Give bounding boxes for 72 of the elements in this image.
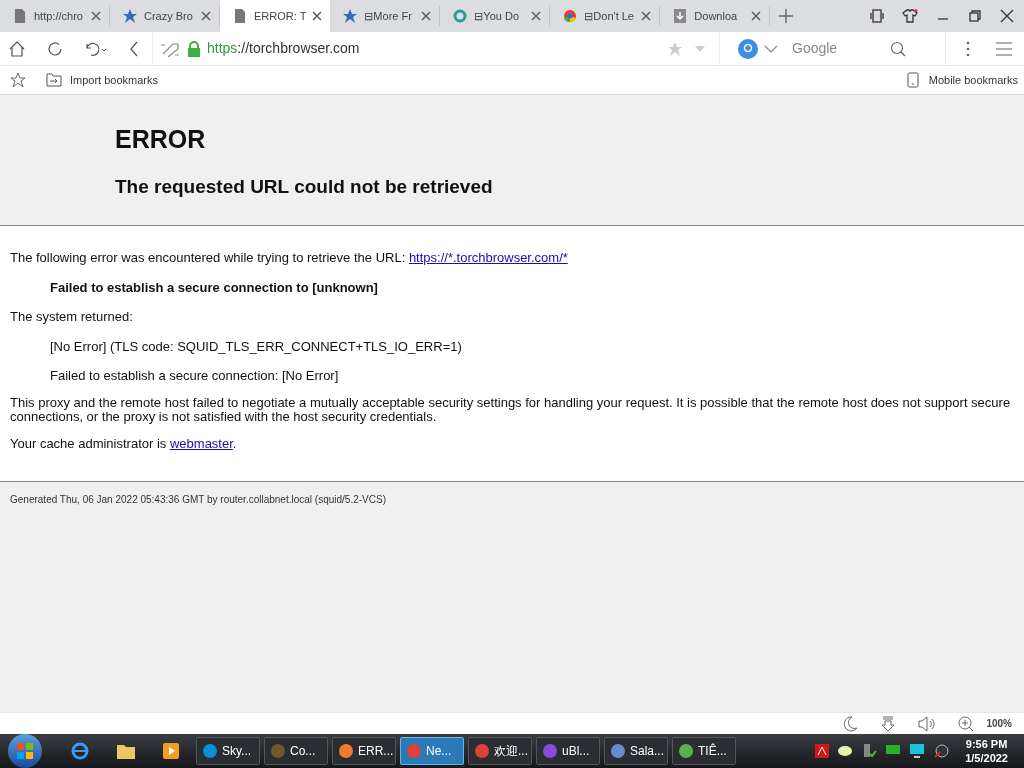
tab-close-icon[interactable]	[751, 11, 762, 21]
tab-favicon-icon	[232, 8, 248, 24]
taskbar-button[interactable]: Sala...	[604, 737, 668, 765]
mobile-bookmarks-button[interactable]: Mobile bookmarks	[906, 71, 1024, 89]
tab-close-icon[interactable]	[421, 11, 432, 21]
tab-close-icon[interactable]	[201, 11, 211, 21]
tab-favicon-icon	[452, 8, 469, 24]
usb-drive-icon[interactable]	[861, 743, 878, 759]
back-icon[interactable]	[128, 39, 140, 58]
star-outline-icon[interactable]	[10, 72, 26, 88]
browser-tab[interactable]: ERROR: T	[220, 0, 331, 32]
close-icon[interactable]	[1000, 9, 1014, 23]
tab-favicon-icon	[342, 8, 359, 24]
zoom-icon[interactable]	[958, 715, 975, 732]
taskbar-button[interactable]: uBl...	[536, 737, 600, 765]
tab-favicon-icon	[672, 8, 689, 24]
url-link[interactable]: https://*.torchbrowser.com/*	[408, 250, 568, 265]
import-bookmarks-button[interactable]: Import bookmarks	[46, 71, 159, 89]
system-returned-label: The system returned:	[10, 308, 134, 326]
taskbar-button[interactable]: Sky...	[196, 737, 260, 765]
reload-icon[interactable]	[46, 39, 64, 58]
more-icon[interactable]	[966, 40, 970, 57]
folder-icon[interactable]	[116, 742, 136, 760]
tab-favicon-icon	[562, 8, 579, 24]
browser-icon[interactable]	[70, 741, 90, 761]
sidebar-icon[interactable]	[870, 9, 884, 23]
taskbar-button[interactable]: Ne...	[400, 737, 464, 765]
media-player-icon[interactable]	[162, 742, 180, 760]
google-icon[interactable]	[738, 38, 758, 59]
moon-icon[interactable]	[842, 715, 859, 732]
search-icon[interactable]	[890, 40, 906, 57]
error-title: ERROR	[115, 124, 207, 155]
clock[interactable]: 9:56 PM 1/5/2022	[965, 737, 1008, 765]
tab-favicon-icon	[122, 8, 138, 24]
pdf-icon[interactable]	[815, 744, 830, 758]
tab-close-icon[interactable]	[91, 11, 101, 21]
star-icon[interactable]	[667, 40, 683, 57]
lock-icon	[187, 40, 201, 57]
zoom-level[interactable]: 100%	[986, 716, 1012, 731]
restore-icon[interactable]	[968, 9, 982, 23]
tab-close-icon[interactable]	[312, 11, 323, 21]
home-icon[interactable]	[8, 39, 26, 58]
intro-text: The following error was encountered while trying to retrieve the URL: https://*.torchbrowser.com/*	[10, 249, 569, 267]
cloud-icon[interactable]	[837, 744, 854, 758]
error-detail: [No Error] (TLS code: SQUID_TLS_ERR_CONNECT+TLS_IO_ERR=1)	[50, 337, 463, 356]
start-button[interactable]	[8, 734, 42, 768]
windows-icon	[16, 742, 34, 760]
speaker-muted-icon[interactable]	[933, 743, 950, 759]
plus-icon	[779, 9, 794, 23]
error-detail: Failed to establish a secure connection: [No Error]	[50, 367, 340, 385]
tab-favicon-icon	[12, 8, 28, 24]
shirt-icon[interactable]	[902, 9, 918, 23]
error-subtitle: The requested URL could not be retrieved	[115, 174, 494, 199]
generated-footer: Generated Thu, 06 Jan 2022 05:43:36 GMT by router.collabnet.local (squid/5.2-VCS)	[0, 482, 1024, 507]
taskbar-button[interactable]: Co...	[264, 737, 328, 765]
address-field[interactable]: https://torchbrowser.com	[207, 38, 661, 59]
monitor-icon[interactable]	[909, 743, 926, 759]
webmaster-link[interactable]: webmaster	[169, 435, 233, 451]
download-icon[interactable]	[880, 715, 897, 732]
search-field[interactable]: Google	[792, 38, 884, 59]
taskbar-button[interactable]: TIÊ...	[672, 737, 736, 765]
taskbar-button[interactable]: 欢迎...	[468, 737, 532, 765]
speaker-icon[interactable]	[918, 715, 937, 732]
import-icon	[46, 73, 62, 87]
admin-text: Your cache administrator is webmaster.	[10, 434, 238, 453]
error-message: Failed to establish a secure connection to [unknown]	[50, 278, 379, 297]
taskbar-button[interactable]: ERR...	[332, 737, 396, 765]
tab-close-icon[interactable]	[641, 11, 652, 21]
explanation-text: This proxy and the remote host failed to negotiate a mutually acceptable security settings for handling your request. It is possible that the remote host does not support secure connections, or the proxy is not satisfied with the host security credentials.	[10, 395, 1012, 424]
chevron-down-icon[interactable]	[764, 44, 778, 53]
phone-icon	[906, 72, 919, 88]
tab-close-icon[interactable]	[531, 11, 542, 21]
